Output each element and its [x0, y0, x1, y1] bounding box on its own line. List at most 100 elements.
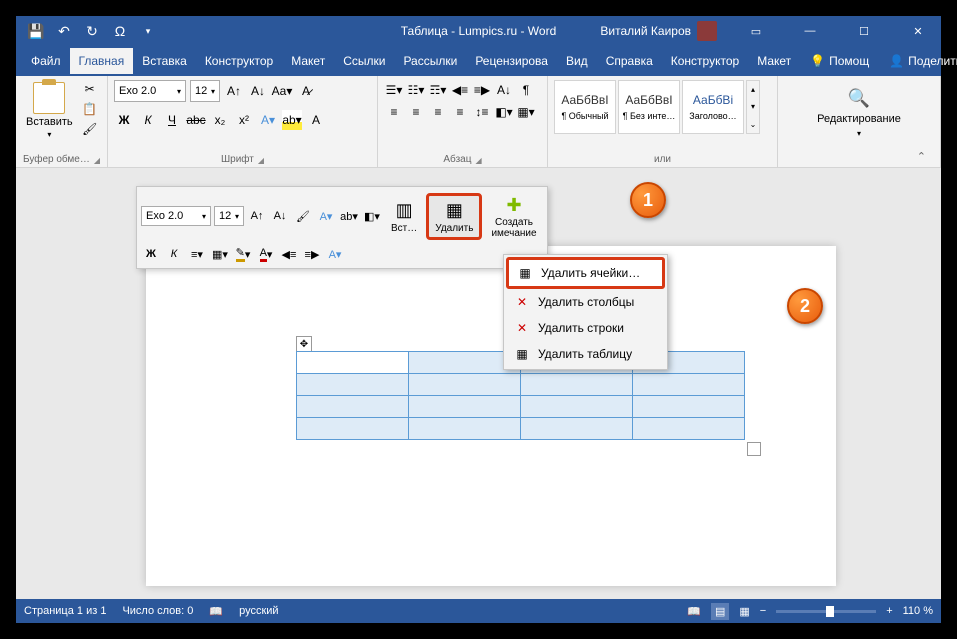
dec-indent-icon[interactable]: ◀≡ [450, 80, 470, 100]
tab-layout[interactable]: Макет [282, 48, 334, 74]
font-color-icon[interactable]: A [306, 110, 326, 130]
menu-delete-table[interactable]: ▦ Удалить таблицу [506, 341, 665, 367]
table-cell[interactable] [409, 418, 521, 440]
tab-insert[interactable]: Вставка [133, 48, 196, 74]
numbering-icon[interactable]: ☷▾ [406, 80, 426, 100]
table-move-handle[interactable]: ✥ [296, 336, 312, 352]
table-cell[interactable] [409, 374, 521, 396]
tab-review[interactable]: Рецензирова [466, 48, 557, 74]
save-icon[interactable]: 💾 [28, 23, 44, 39]
document-area[interactable]: ✥ Exo 2.0▾ 12▾ A↑ A↓ 🖌 A▾ ab▾ ◧▾ [16, 168, 941, 599]
mini-borders-icon[interactable]: ▦▾ [210, 244, 230, 264]
table-resize-handle[interactable] [747, 442, 761, 456]
italic-button[interactable]: К [138, 110, 158, 130]
table-cell[interactable] [297, 352, 409, 374]
dialog-launcher-icon[interactable]: ◢ [94, 156, 100, 165]
mini-comment-button[interactable]: ✚ Создать имечание [485, 191, 542, 241]
font-name-combo[interactable]: Exo 2.0▾ [114, 80, 186, 102]
styles-more-icon[interactable]: ⌄ [747, 120, 759, 129]
tab-file[interactable]: Файл [22, 48, 70, 74]
styles-up-icon[interactable]: ▴ [747, 85, 759, 94]
close-icon[interactable]: ✕ [895, 16, 941, 46]
line-spacing-icon[interactable]: ↕≡ [472, 102, 492, 122]
show-marks-icon[interactable]: ¶ [516, 80, 536, 100]
status-words[interactable]: Число слов: 0 [122, 605, 193, 617]
multilevel-icon[interactable]: ☶▾ [428, 80, 448, 100]
mini-styles-icon[interactable]: A▾ [325, 244, 345, 264]
tab-home[interactable]: Главная [70, 48, 134, 74]
mini-font-combo[interactable]: Exo 2.0▾ [141, 206, 211, 226]
tab-mailings[interactable]: Рассылки [394, 48, 466, 74]
text-effects-icon[interactable]: A▾ [258, 110, 278, 130]
status-language[interactable]: русский [239, 605, 278, 617]
tab-references[interactable]: Ссылки [334, 48, 394, 74]
mini-effects-icon[interactable]: A▾ [316, 206, 336, 226]
mini-pen-icon[interactable]: ✎▾ [233, 244, 253, 264]
align-right-icon[interactable]: ≡ [428, 102, 448, 122]
tab-table-design[interactable]: Конструктор [662, 48, 748, 74]
shrink-font-icon[interactable]: A↓ [248, 81, 268, 101]
mini-grow-icon[interactable]: A↑ [247, 206, 267, 226]
status-page[interactable]: Страница 1 из 1 [24, 605, 106, 617]
omega-icon[interactable]: Ω [112, 23, 128, 39]
dialog-launcher-icon[interactable]: ◢ [258, 156, 264, 165]
mini-font-color-icon[interactable]: A▾ [256, 244, 276, 264]
borders-icon[interactable]: ▦▾ [516, 102, 536, 122]
justify-icon[interactable]: ≡ [450, 102, 470, 122]
copy-icon[interactable]: 📋 [81, 100, 99, 118]
table-cell[interactable] [409, 396, 521, 418]
table-cell[interactable] [297, 418, 409, 440]
table-cell[interactable] [521, 418, 633, 440]
inc-indent-icon[interactable]: ≡▶ [472, 80, 492, 100]
redo-icon[interactable]: ↻ [84, 23, 100, 39]
style-normal[interactable]: АаБбВвІ ¶ Обычный [554, 80, 616, 134]
highlight-icon[interactable]: ab▾ [282, 110, 302, 130]
subscript-button[interactable]: x₂ [210, 110, 230, 130]
superscript-button[interactable]: x² [234, 110, 254, 130]
clear-formatting-icon[interactable]: A̷ [296, 81, 316, 101]
mini-insert-button[interactable]: ▥ Вст… [385, 197, 423, 236]
strike-button[interactable]: abc [186, 110, 206, 130]
web-layout-icon[interactable]: ▦ [739, 605, 749, 618]
align-left-icon[interactable]: ≡ [384, 102, 404, 122]
zoom-in-icon[interactable]: + [886, 605, 892, 617]
dialog-launcher-icon[interactable]: ◢ [475, 156, 481, 165]
qat-more-icon[interactable]: ▾ [140, 23, 156, 39]
menu-delete-columns[interactable]: ✕ Удалить столбцы [506, 289, 665, 315]
table-cell[interactable] [297, 374, 409, 396]
mini-highlight-icon[interactable]: ab▾ [339, 206, 359, 226]
underline-button[interactable]: Ч [162, 110, 182, 130]
style-no-spacing[interactable]: АаБбВвІ ¶ Без инте… [618, 80, 680, 134]
table-cell[interactable] [633, 418, 745, 440]
sort-icon[interactable]: A↓ [494, 80, 514, 100]
ribbon-options-icon[interactable]: ▭ [733, 16, 779, 46]
tab-design[interactable]: Конструктор [196, 48, 282, 74]
read-mode-icon[interactable]: 📖 [687, 605, 701, 618]
change-case-icon[interactable]: Aa▾ [272, 81, 292, 101]
style-heading1[interactable]: АаБбВі Заголово… [682, 80, 744, 134]
mini-delete-button[interactable]: ▦ Удалить [426, 193, 482, 240]
mini-format-painter-icon[interactable]: 🖌 [293, 206, 313, 226]
collapse-ribbon-icon[interactable]: ⌃ [909, 146, 934, 167]
user-info[interactable]: Виталий Каиров [600, 21, 725, 41]
paste-button[interactable]: Вставить ▾ [22, 80, 77, 141]
tab-view[interactable]: Вид [557, 48, 597, 74]
zoom-level[interactable]: 110 % [903, 605, 933, 617]
mini-shrink-icon[interactable]: A↓ [270, 206, 290, 226]
table-cell[interactable] [297, 396, 409, 418]
editing-button[interactable]: 🔍 Редактирование ▾ [807, 80, 911, 146]
tab-help[interactable]: Справка [597, 48, 662, 74]
menu-delete-rows[interactable]: ✕ Удалить строки [506, 315, 665, 341]
table-cell[interactable] [633, 396, 745, 418]
mini-shading-icon[interactable]: ◧▾ [362, 206, 382, 226]
zoom-out-icon[interactable]: − [760, 605, 766, 617]
shading-icon[interactable]: ◧▾ [494, 102, 514, 122]
bold-button[interactable]: Ж [114, 110, 134, 130]
maximize-icon[interactable]: ☐ [841, 16, 887, 46]
table-cell[interactable] [521, 374, 633, 396]
share-button[interactable]: 👤 Поделиться [879, 54, 957, 68]
cut-icon[interactable]: ✂ [81, 80, 99, 98]
status-proofing-icon[interactable]: 📖 [209, 605, 223, 618]
minimize-icon[interactable]: — [787, 16, 833, 46]
zoom-slider[interactable] [776, 610, 876, 613]
